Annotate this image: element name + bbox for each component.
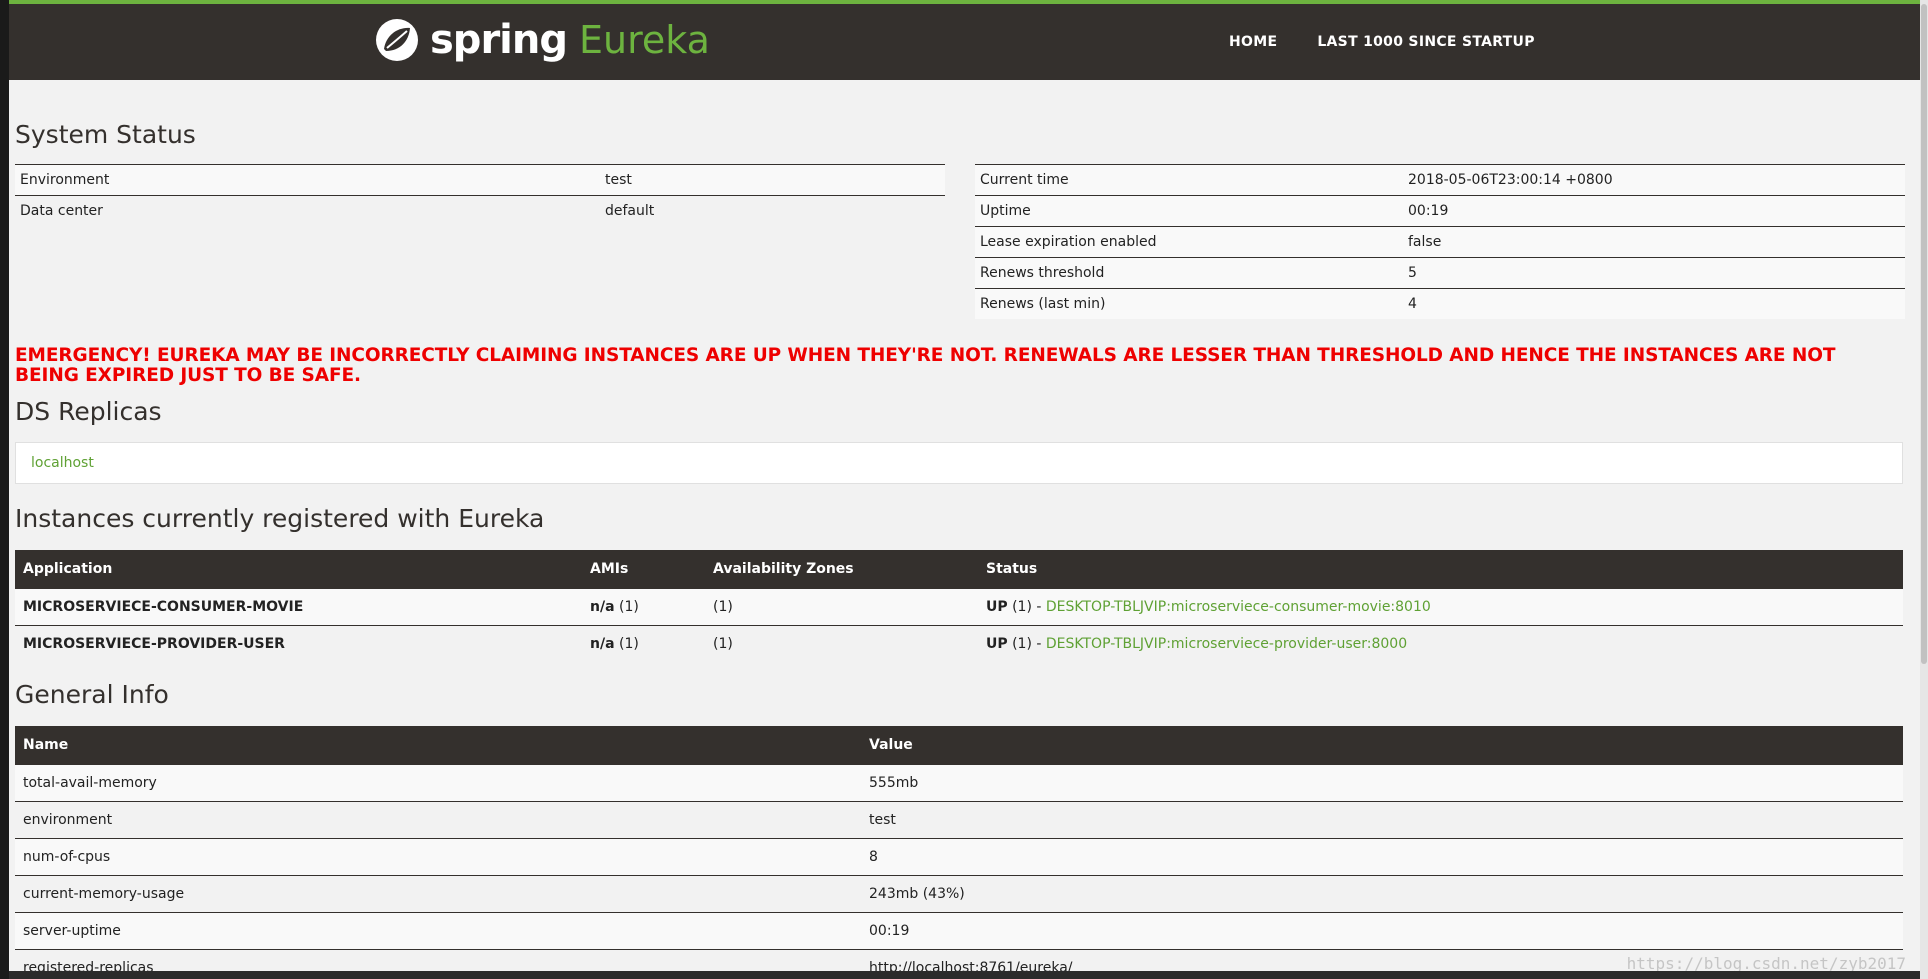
application-name: MICROSERVIECE-PROVIDER-USER [15, 625, 582, 662]
top-navbar: spring Eureka HOME LAST 1000 SINCE START… [9, 0, 1920, 80]
taskbar-strip [9, 971, 1920, 979]
ami-value: n/a [590, 599, 615, 615]
status-value: 00:19 [1403, 195, 1905, 227]
column-header-availability-zones: Availability Zones [705, 550, 978, 589]
ami-count: (1) [618, 636, 639, 652]
status-key: Data center [15, 195, 600, 226]
brand-eureka-text: Eureka [579, 18, 710, 62]
column-header-value: Value [861, 726, 1903, 765]
system-status-left-table: Environment test Data center default [15, 164, 945, 226]
general-info-table: Name Value total-avail-memory 555mb envi… [15, 726, 1903, 979]
table-row: current-memory-usage 243mb (43%) [15, 875, 1903, 913]
instances-heading: Instances currently registered with Eure… [15, 504, 545, 533]
status-key: Uptime [975, 195, 1403, 227]
availability-zones-cell: (1) [705, 588, 978, 626]
scrollbar-thumb[interactable] [1921, 4, 1927, 664]
status-up: UP [986, 599, 1008, 615]
table-row: num-of-cpus 8 [15, 838, 1903, 876]
table-row: MICROSERVIECE-PROVIDER-USER n/a (1) (1) … [15, 625, 1903, 662]
info-name: num-of-cpus [15, 838, 861, 876]
status-key: Renews threshold [975, 257, 1403, 289]
replica-link-localhost[interactable]: localhost [31, 455, 94, 471]
system-status-right-table: Current time 2018-05-06T23:00:14 +0800 U… [975, 164, 1905, 319]
info-name: server-uptime [15, 912, 861, 950]
info-name: current-memory-usage [15, 875, 861, 913]
spring-leaf-icon [374, 17, 420, 63]
application-name: MICROSERVIECE-CONSUMER-MOVIE [15, 588, 582, 626]
nav-last-1000-link[interactable]: LAST 1000 SINCE STARTUP [1317, 34, 1534, 50]
info-name: total-avail-memory [15, 764, 861, 802]
status-cell: UP (1) - DESKTOP-TBLJVIP:microserviece-c… [978, 588, 1903, 626]
status-row: Data center default [15, 195, 945, 226]
ami-count: (1) [618, 599, 639, 615]
status-value: default [600, 195, 945, 226]
status-key: Environment [15, 164, 600, 196]
ami-cell: n/a (1) [582, 588, 705, 626]
table-row: total-avail-memory 555mb [15, 764, 1903, 802]
brand-spring-text: spring [430, 17, 568, 63]
info-name: environment [15, 801, 861, 839]
table-row: MICROSERVIECE-CONSUMER-MOVIE n/a (1) (1)… [15, 588, 1903, 626]
instance-link[interactable]: DESKTOP-TBLJVIP:microserviece-provider-u… [1046, 636, 1407, 652]
table-row: environment test [15, 801, 1903, 839]
info-value: 8 [861, 838, 1903, 876]
availability-zones-cell: (1) [705, 625, 978, 662]
info-value: 243mb (43%) [861, 875, 1903, 913]
status-value: false [1403, 226, 1905, 258]
column-header-amis: AMIs [582, 550, 705, 589]
main-nav: HOME LAST 1000 SINCE STARTUP [1229, 34, 1535, 50]
status-row: Uptime 00:19 [975, 195, 1905, 227]
status-value: 2018-05-06T23:00:14 +0800 [1403, 164, 1905, 196]
status-value: 4 [1403, 288, 1905, 319]
table-header-row: Name Value [15, 726, 1903, 765]
column-header-name: Name [15, 726, 861, 765]
column-header-application: Application [15, 550, 582, 589]
nav-home-link[interactable]: HOME [1229, 34, 1277, 50]
status-count: (1) - [1012, 636, 1042, 652]
column-header-status: Status [978, 550, 1903, 589]
eureka-dashboard-page: spring Eureka HOME LAST 1000 SINCE START… [9, 0, 1920, 979]
general-info-heading: General Info [15, 680, 169, 709]
status-key: Lease expiration enabled [975, 226, 1403, 258]
system-status-heading: System Status [15, 120, 196, 149]
info-value: 00:19 [861, 912, 1903, 950]
instance-link[interactable]: DESKTOP-TBLJVIP:microserviece-consumer-m… [1046, 599, 1431, 615]
status-up: UP [986, 636, 1008, 652]
vertical-scrollbar[interactable] [1920, 0, 1928, 979]
status-cell: UP (1) - DESKTOP-TBLJVIP:microserviece-p… [978, 625, 1903, 662]
status-row: Lease expiration enabled false [975, 226, 1905, 258]
status-value: 5 [1403, 257, 1905, 289]
table-row: server-uptime 00:19 [15, 912, 1903, 950]
ds-replicas-heading: DS Replicas [15, 397, 162, 426]
info-value: test [861, 801, 1903, 839]
status-count: (1) - [1012, 599, 1042, 615]
status-key: Renews (last min) [975, 288, 1403, 319]
status-row: Renews (last min) 4 [975, 288, 1905, 319]
info-value: 555mb [861, 764, 1903, 802]
status-row: Environment test [15, 164, 945, 196]
status-row: Current time 2018-05-06T23:00:14 +0800 [975, 164, 1905, 196]
ami-cell: n/a (1) [582, 625, 705, 662]
status-value: test [600, 164, 945, 196]
instances-table: Application AMIs Availability Zones Stat… [15, 550, 1903, 662]
brand-logo[interactable]: spring Eureka [374, 14, 710, 66]
ami-value: n/a [590, 636, 615, 652]
table-header-row: Application AMIs Availability Zones Stat… [15, 550, 1903, 589]
status-row: Renews threshold 5 [975, 257, 1905, 289]
ds-replicas-list: localhost [15, 442, 1903, 484]
status-key: Current time [975, 164, 1403, 196]
emergency-warning: EMERGENCY! EUREKA MAY BE INCORRECTLY CLA… [15, 345, 1836, 386]
